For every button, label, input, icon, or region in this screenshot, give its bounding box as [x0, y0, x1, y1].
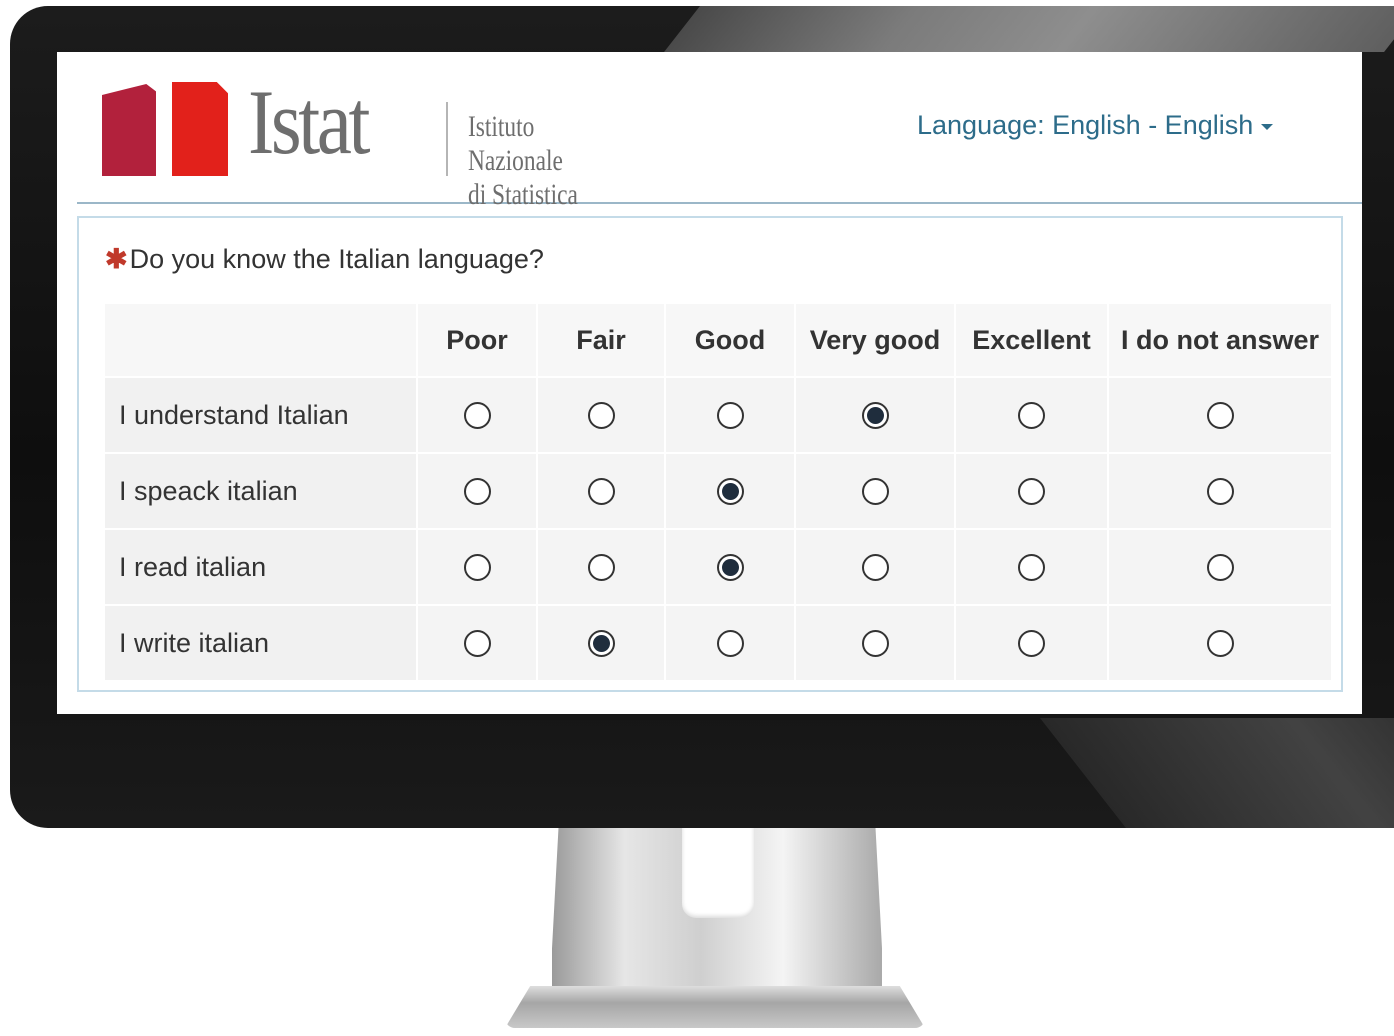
row-label: I write italian [105, 605, 418, 682]
logo-bar-dark [102, 84, 156, 176]
logo-divider [446, 102, 448, 176]
radio-option[interactable] [1018, 629, 1045, 657]
column-header: I do not answer [1108, 304, 1333, 378]
matrix-row: I read italian [105, 529, 1333, 606]
radio-cell [955, 453, 1109, 530]
radio-option[interactable] [1206, 477, 1234, 505]
radio-cell [665, 529, 796, 606]
radio-option[interactable] [1018, 553, 1045, 581]
logo-subtitle-line1: Istituto Nazionale [468, 110, 563, 177]
logo-bar-light [172, 82, 228, 176]
logo-wordmark: Istat [248, 71, 370, 173]
logo-subtitle: Istituto Nazionale di Statistica [468, 110, 624, 212]
radio-cell [795, 377, 956, 454]
radio-cell [955, 605, 1109, 682]
radio-option[interactable] [587, 477, 615, 505]
radio-cell [1108, 605, 1333, 682]
radio-option[interactable] [587, 629, 615, 657]
radio-cell [417, 605, 538, 682]
radio-cell [417, 377, 538, 454]
radio-cell [1108, 453, 1333, 530]
radio-cell [417, 453, 538, 530]
radio-option[interactable] [1018, 477, 1045, 505]
radio-cell [665, 605, 796, 682]
radio-cell [665, 453, 796, 530]
radio-option[interactable] [716, 553, 744, 581]
question-text: Do you know the Italian language? [129, 244, 544, 274]
column-header: Fair [537, 304, 666, 378]
matrix-header-row: Poor Fair Good Very good Excellent I do … [105, 304, 1333, 378]
matrix-row: I understand Italian [105, 377, 1333, 454]
row-label: I read italian [105, 529, 418, 606]
istat-logo: Istat Istituto Nazionale di Statistica [102, 76, 622, 211]
radio-option[interactable] [861, 401, 889, 429]
language-selector[interactable]: Language: English - English [917, 110, 1274, 141]
bezel-glare [664, 6, 1394, 52]
radio-option[interactable] [587, 553, 615, 581]
matrix-row: I speack italian [105, 453, 1333, 530]
required-asterisk-icon: ✱ [105, 244, 128, 274]
question-title: ✱Do you know the Italian language? [105, 244, 544, 275]
question-panel: ✱Do you know the Italian language? Poor … [77, 216, 1343, 692]
bezel-glare [1040, 718, 1394, 828]
row-label: I speack italian [105, 453, 418, 530]
radio-option[interactable] [587, 401, 615, 429]
logo-subtitle-line2: di Statistica [468, 178, 578, 211]
monitor-mockup: Istat Istituto Nazionale di Statistica L… [0, 0, 1394, 1036]
rating-matrix: Poor Fair Good Very good Excellent I do … [105, 304, 1333, 682]
radio-option[interactable] [861, 553, 889, 581]
radio-option[interactable] [716, 629, 744, 657]
radio-option[interactable] [463, 553, 491, 581]
column-header: Good [665, 304, 796, 378]
radio-option[interactable] [463, 477, 491, 505]
row-label: I understand Italian [105, 377, 418, 454]
radio-cell [417, 529, 538, 606]
radio-option[interactable] [463, 401, 491, 429]
radio-option[interactable] [463, 629, 491, 657]
radio-cell [795, 453, 956, 530]
radio-cell [795, 529, 956, 606]
column-header: Poor [417, 304, 538, 378]
language-label: Language: English - English [917, 110, 1254, 140]
radio-cell [665, 377, 796, 454]
radio-cell [537, 605, 666, 682]
column-header: Excellent [955, 304, 1109, 378]
radio-cell [537, 377, 666, 454]
site-header: Istat Istituto Nazionale di Statistica L… [77, 52, 1362, 211]
matrix-corner-cell [105, 304, 418, 378]
radio-cell [955, 529, 1109, 606]
radio-option[interactable] [861, 629, 889, 657]
radio-option[interactable] [1206, 553, 1234, 581]
radio-option[interactable] [861, 477, 889, 505]
radio-cell [1108, 529, 1333, 606]
column-header: Very good [795, 304, 956, 378]
radio-option[interactable] [1206, 401, 1234, 429]
radio-cell [537, 529, 666, 606]
radio-option[interactable] [1206, 629, 1234, 657]
radio-option[interactable] [716, 477, 744, 505]
monitor-stand-slot [682, 826, 754, 918]
radio-cell [537, 453, 666, 530]
caret-down-icon [1261, 123, 1274, 130]
radio-cell [795, 605, 956, 682]
survey-screen: Istat Istituto Nazionale di Statistica L… [57, 52, 1362, 714]
radio-cell [955, 377, 1109, 454]
radio-option[interactable] [716, 401, 744, 429]
monitor-stand-base [505, 986, 925, 1028]
radio-option[interactable] [1018, 401, 1045, 429]
matrix-row: I write italian [105, 605, 1333, 682]
radio-cell [1108, 377, 1333, 454]
